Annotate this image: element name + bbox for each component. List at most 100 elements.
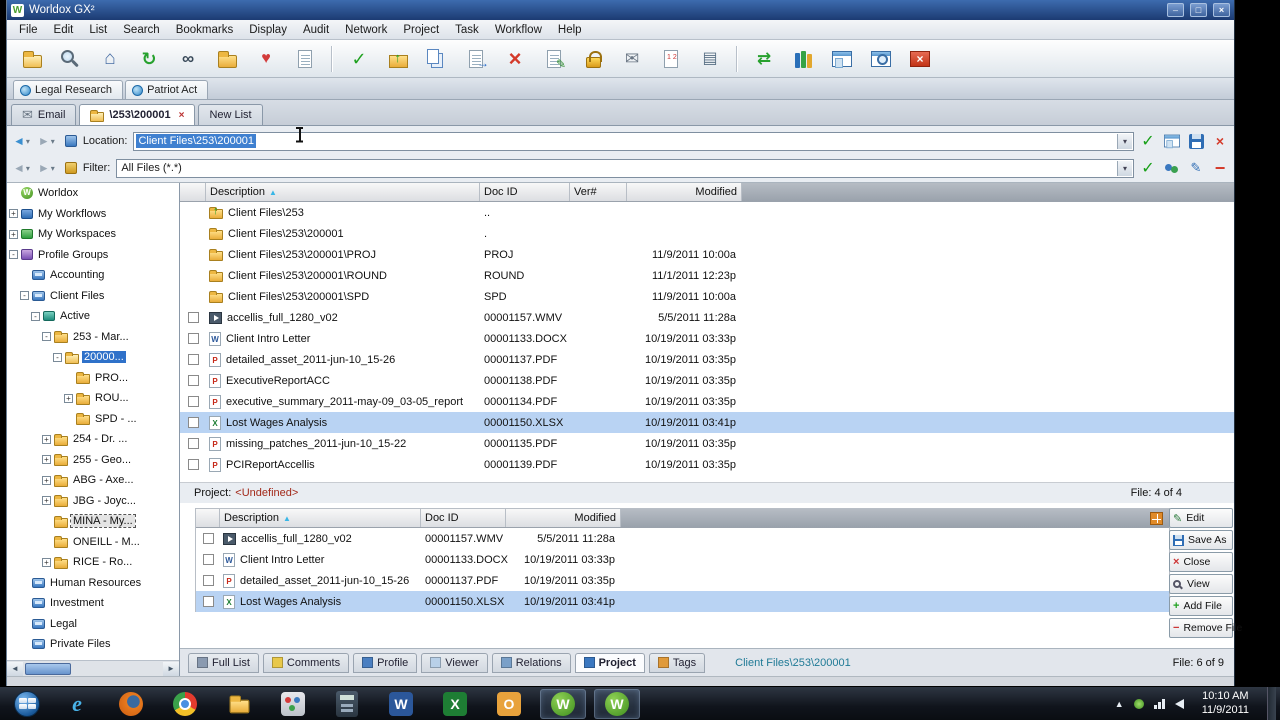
bookmark-legal-research[interactable]: Legal Research — [13, 80, 123, 99]
collapse-icon[interactable]: - — [42, 332, 51, 341]
tree-item-legal[interactable]: Legal — [7, 614, 179, 635]
menu-project[interactable]: Project — [395, 22, 447, 38]
back-dropdown-icon[interactable]: ▾ — [26, 137, 30, 146]
tree-item-jbg-joyc[interactable]: +JBG - Joyc... — [7, 491, 179, 512]
window-list-button[interactable] — [827, 44, 857, 74]
doclist-button[interactable]: ▤ — [695, 44, 725, 74]
tree-item-active[interactable]: -Active — [7, 306, 179, 327]
close-button[interactable]: ×Close — [1169, 552, 1233, 572]
menu-network[interactable]: Network — [337, 22, 395, 38]
add-file-button[interactable]: +Add File — [1169, 596, 1233, 616]
menu-display[interactable]: Display — [241, 22, 295, 38]
file-row[interactable]: Client Intro Letter00001133.DOCX10/19/20… — [180, 328, 1234, 349]
library-button[interactable] — [788, 44, 818, 74]
tree-item-oneill-m[interactable]: ONEILL - M... — [7, 532, 179, 553]
checkbox[interactable] — [203, 533, 214, 544]
checkbox[interactable] — [188, 396, 199, 407]
filter-dropdown-icon[interactable]: ▾ — [1117, 161, 1132, 176]
checkbox[interactable] — [188, 417, 199, 428]
checkbox[interactable] — [203, 575, 214, 586]
tab-comments[interactable]: Comments — [263, 653, 349, 673]
checkbox[interactable] — [188, 333, 199, 344]
modified-column-header[interactable]: Modified — [627, 183, 742, 201]
tray-expand-icon[interactable]: ▲ — [1115, 699, 1124, 709]
remove-filter-icon[interactable]: − — [1210, 158, 1230, 178]
show-desktop-button[interactable] — [1267, 687, 1276, 720]
view-button[interactable]: View — [1169, 574, 1233, 594]
expand-icon[interactable]: + — [42, 435, 51, 444]
list-tab-email[interactable]: ✉Email — [11, 104, 76, 125]
copy-button[interactable] — [422, 44, 452, 74]
file-row[interactable]: Client Files\253\200001\ROUNDROUND11/1/2… — [180, 265, 1234, 286]
filter-users-icon[interactable] — [1162, 158, 1182, 178]
tree-item-253-mar[interactable]: -253 - Mar... — [7, 327, 179, 348]
remove-file-button[interactable]: −Remove File — [1169, 618, 1233, 638]
tree-item-human-resources[interactable]: Human Resources — [7, 573, 179, 594]
send-button[interactable] — [461, 44, 491, 74]
worldox-button[interactable]: W — [540, 689, 586, 719]
file-row[interactable]: PCIReportAccellis00001139.PDF10/19/2011 … — [180, 454, 1234, 475]
checkbox[interactable] — [188, 459, 199, 470]
doc-id-column-header[interactable]: Doc ID — [480, 183, 570, 201]
checkbox[interactable] — [188, 375, 199, 386]
file-row[interactable]: Client Files\253\200001\SPDSPD11/9/2011 … — [180, 286, 1234, 307]
project-description-column-header[interactable]: Description ▲ — [220, 509, 421, 527]
bookmark-patriot-act[interactable]: Patriot Act — [125, 80, 208, 99]
tree-item-client-files[interactable]: -Client Files — [7, 286, 179, 307]
refresh-button[interactable]: ↻ — [134, 44, 164, 74]
tree-item-accounting[interactable]: Accounting — [7, 265, 179, 286]
collapse-icon[interactable]: - — [31, 312, 40, 321]
forward-dropdown-icon[interactable]: ▾ — [51, 137, 55, 146]
checkbox[interactable] — [203, 596, 214, 607]
expand-icon[interactable]: + — [64, 394, 73, 403]
email-button[interactable]: ✉ — [617, 44, 647, 74]
filter-back-dropdown-icon[interactable]: ▾ — [26, 164, 30, 173]
excel-button[interactable]: X — [432, 689, 478, 719]
grid-view-icon[interactable] — [1150, 512, 1163, 525]
tree-item-my-workspaces[interactable]: +My Workspaces — [7, 224, 179, 245]
project-file-row[interactable]: detailed_asset_2011-jun-10_15-2600001137… — [196, 570, 1169, 591]
find-button[interactable]: ∞ — [173, 44, 203, 74]
delete-button[interactable]: × — [500, 44, 530, 74]
security-button[interactable] — [578, 44, 608, 74]
tray-network-icon[interactable] — [1154, 699, 1165, 709]
filter-edit-icon[interactable]: ✎ — [1186, 158, 1206, 178]
save-as-button[interactable]: Save As — [1169, 530, 1233, 550]
menu-search[interactable]: Search — [115, 22, 167, 38]
start-button[interactable] — [8, 689, 46, 719]
layout-icon[interactable] — [1162, 131, 1182, 151]
file-row[interactable]: accellis_full_1280_v0200001157.WMV5/5/20… — [180, 307, 1234, 328]
tree-item-254-dr[interactable]: +254 - Dr. ... — [7, 429, 179, 450]
back-button[interactable]: ◄▾ — [11, 134, 32, 148]
project-file-row[interactable]: Client Intro Letter00001133.DOCX10/19/20… — [196, 549, 1169, 570]
project-file-row[interactable]: accellis_full_1280_v0200001157.WMV5/5/20… — [196, 528, 1169, 549]
tab-relations[interactable]: Relations — [492, 653, 571, 673]
exit-button[interactable] — [905, 44, 935, 74]
tree-item-20000[interactable]: -20000... — [7, 347, 179, 368]
file-row[interactable]: ExecutiveReportACC00001138.PDF10/19/2011… — [180, 370, 1234, 391]
favorites-button[interactable]: ♥ — [251, 44, 281, 74]
close-button[interactable] — [1213, 3, 1230, 17]
checkout-button[interactable] — [383, 44, 413, 74]
menu-file[interactable]: File — [11, 22, 46, 38]
firefox-button[interactable] — [108, 689, 154, 719]
compare-button[interactable] — [656, 44, 686, 74]
tree-horizontal-scrollbar[interactable]: ◄ ► — [7, 660, 179, 676]
filter-back-button[interactable]: ◄▾ — [11, 161, 32, 175]
collapse-icon[interactable]: - — [9, 250, 18, 259]
tree-item-255-geo[interactable]: +255 - Geo... — [7, 450, 179, 471]
folder-button[interactable] — [212, 44, 242, 74]
tab-profile[interactable]: Profile — [353, 653, 417, 673]
scroll-right-icon[interactable]: ► — [163, 662, 179, 676]
word-button[interactable]: W — [378, 689, 424, 719]
title-bar[interactable]: Worldox GX² — [7, 0, 1234, 20]
worldox-2-button[interactable]: W — [594, 689, 640, 719]
version-column-header[interactable]: Ver# — [570, 183, 627, 201]
search-button[interactable] — [56, 44, 86, 74]
minimize-button[interactable] — [1167, 3, 1184, 17]
file-row[interactable]: Client Files\253\200001. — [180, 223, 1234, 244]
tree-item-rou[interactable]: +ROU... — [7, 388, 179, 409]
file-row[interactable]: missing_patches_2011-jun-10_15-220000113… — [180, 433, 1234, 454]
filter-input[interactable]: All Files (*.*) ▾ — [116, 159, 1134, 178]
scrollbar-thumb[interactable] — [25, 663, 71, 675]
